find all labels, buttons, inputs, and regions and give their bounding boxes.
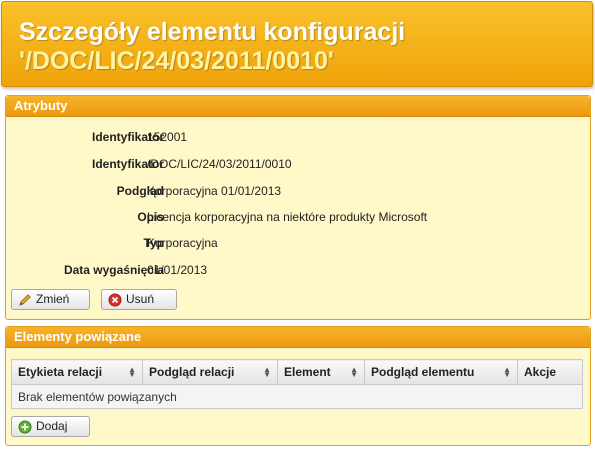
delete-button-label: Usuń <box>126 292 155 306</box>
sort-icon: ▲ ▼ <box>263 365 271 379</box>
page-header: Szczegóły elementu konfiguracji '/DOC/LI… <box>1 1 593 87</box>
sort-icon: ▲ ▼ <box>350 365 358 379</box>
related-items-table: Etykieta relacji ▲ ▼ Podgląd relacji ▲ ▼ E… <box>11 359 583 409</box>
edit-button-label: Zmień <box>36 292 70 306</box>
attr-label-description: Opis <box>137 210 164 224</box>
attr-value-id: 152001 <box>147 130 188 144</box>
attr-value-identifier: /DOC/LIC/24/03/2011/0010 <box>147 157 292 171</box>
sort-icon: ▲ ▼ <box>128 365 136 379</box>
add-button-label: Dodaj <box>36 419 68 433</box>
edit-button[interactable]: Zmień <box>11 289 90 310</box>
related-items-panel: Elementy powiązane Etykieta relacji ▲ ▼ P… <box>5 326 591 446</box>
add-icon <box>18 420 32 434</box>
attributes-panel: Atrybuty Identyfikator 152001 Identyfika… <box>5 95 591 320</box>
pencil-icon <box>19 294 31 306</box>
related-items-heading: Elementy powiązane <box>6 327 590 348</box>
attr-label-expiry: Data wygaśnięcia <box>63 263 164 277</box>
column-header-element[interactable]: Element ▲ ▼ <box>277 359 365 385</box>
attr-value-type: Korporacyjna <box>147 236 218 250</box>
attr-label-type: Typ <box>143 236 164 250</box>
delete-icon <box>108 293 122 307</box>
column-header-element-preview[interactable]: Podgląd elementu ▲ ▼ <box>364 359 518 385</box>
attr-label-identifier: Identyfikator <box>91 157 164 171</box>
delete-button[interactable]: Usuń <box>101 289 177 310</box>
item-identifier-title: '/DOC/LIC/24/03/2011/0010' <box>19 47 334 75</box>
table-header-row: Etykieta relacji ▲ ▼ Podgląd relacji ▲ ▼ E… <box>11 359 583 385</box>
column-header-relation-label[interactable]: Etykieta relacji ▲ ▼ <box>11 359 143 385</box>
empty-table-message: Brak elementów powiązanych <box>11 384 583 409</box>
column-header-relation-preview[interactable]: Podgląd relacji ▲ ▼ <box>142 359 278 385</box>
table-row: Brak elementów powiązanych <box>11 384 583 409</box>
attr-value-description: Licencja korporacyjna na niektóre produk… <box>147 210 428 224</box>
attr-label-id: Identyfikator <box>91 130 164 144</box>
add-button[interactable]: Dodaj <box>11 416 90 437</box>
column-header-actions: Akcje <box>517 359 583 385</box>
attr-value-preview: Korporacyjna 01/01/2013 <box>147 184 282 198</box>
page-title: Szczegóły elementu konfiguracji <box>19 18 406 46</box>
attr-label-preview: Podgląd <box>116 184 164 198</box>
attr-value-expiry: 01/01/2013 <box>147 263 208 277</box>
sort-icon: ▲ ▼ <box>503 365 511 379</box>
attributes-heading: Atrybuty <box>6 96 590 117</box>
